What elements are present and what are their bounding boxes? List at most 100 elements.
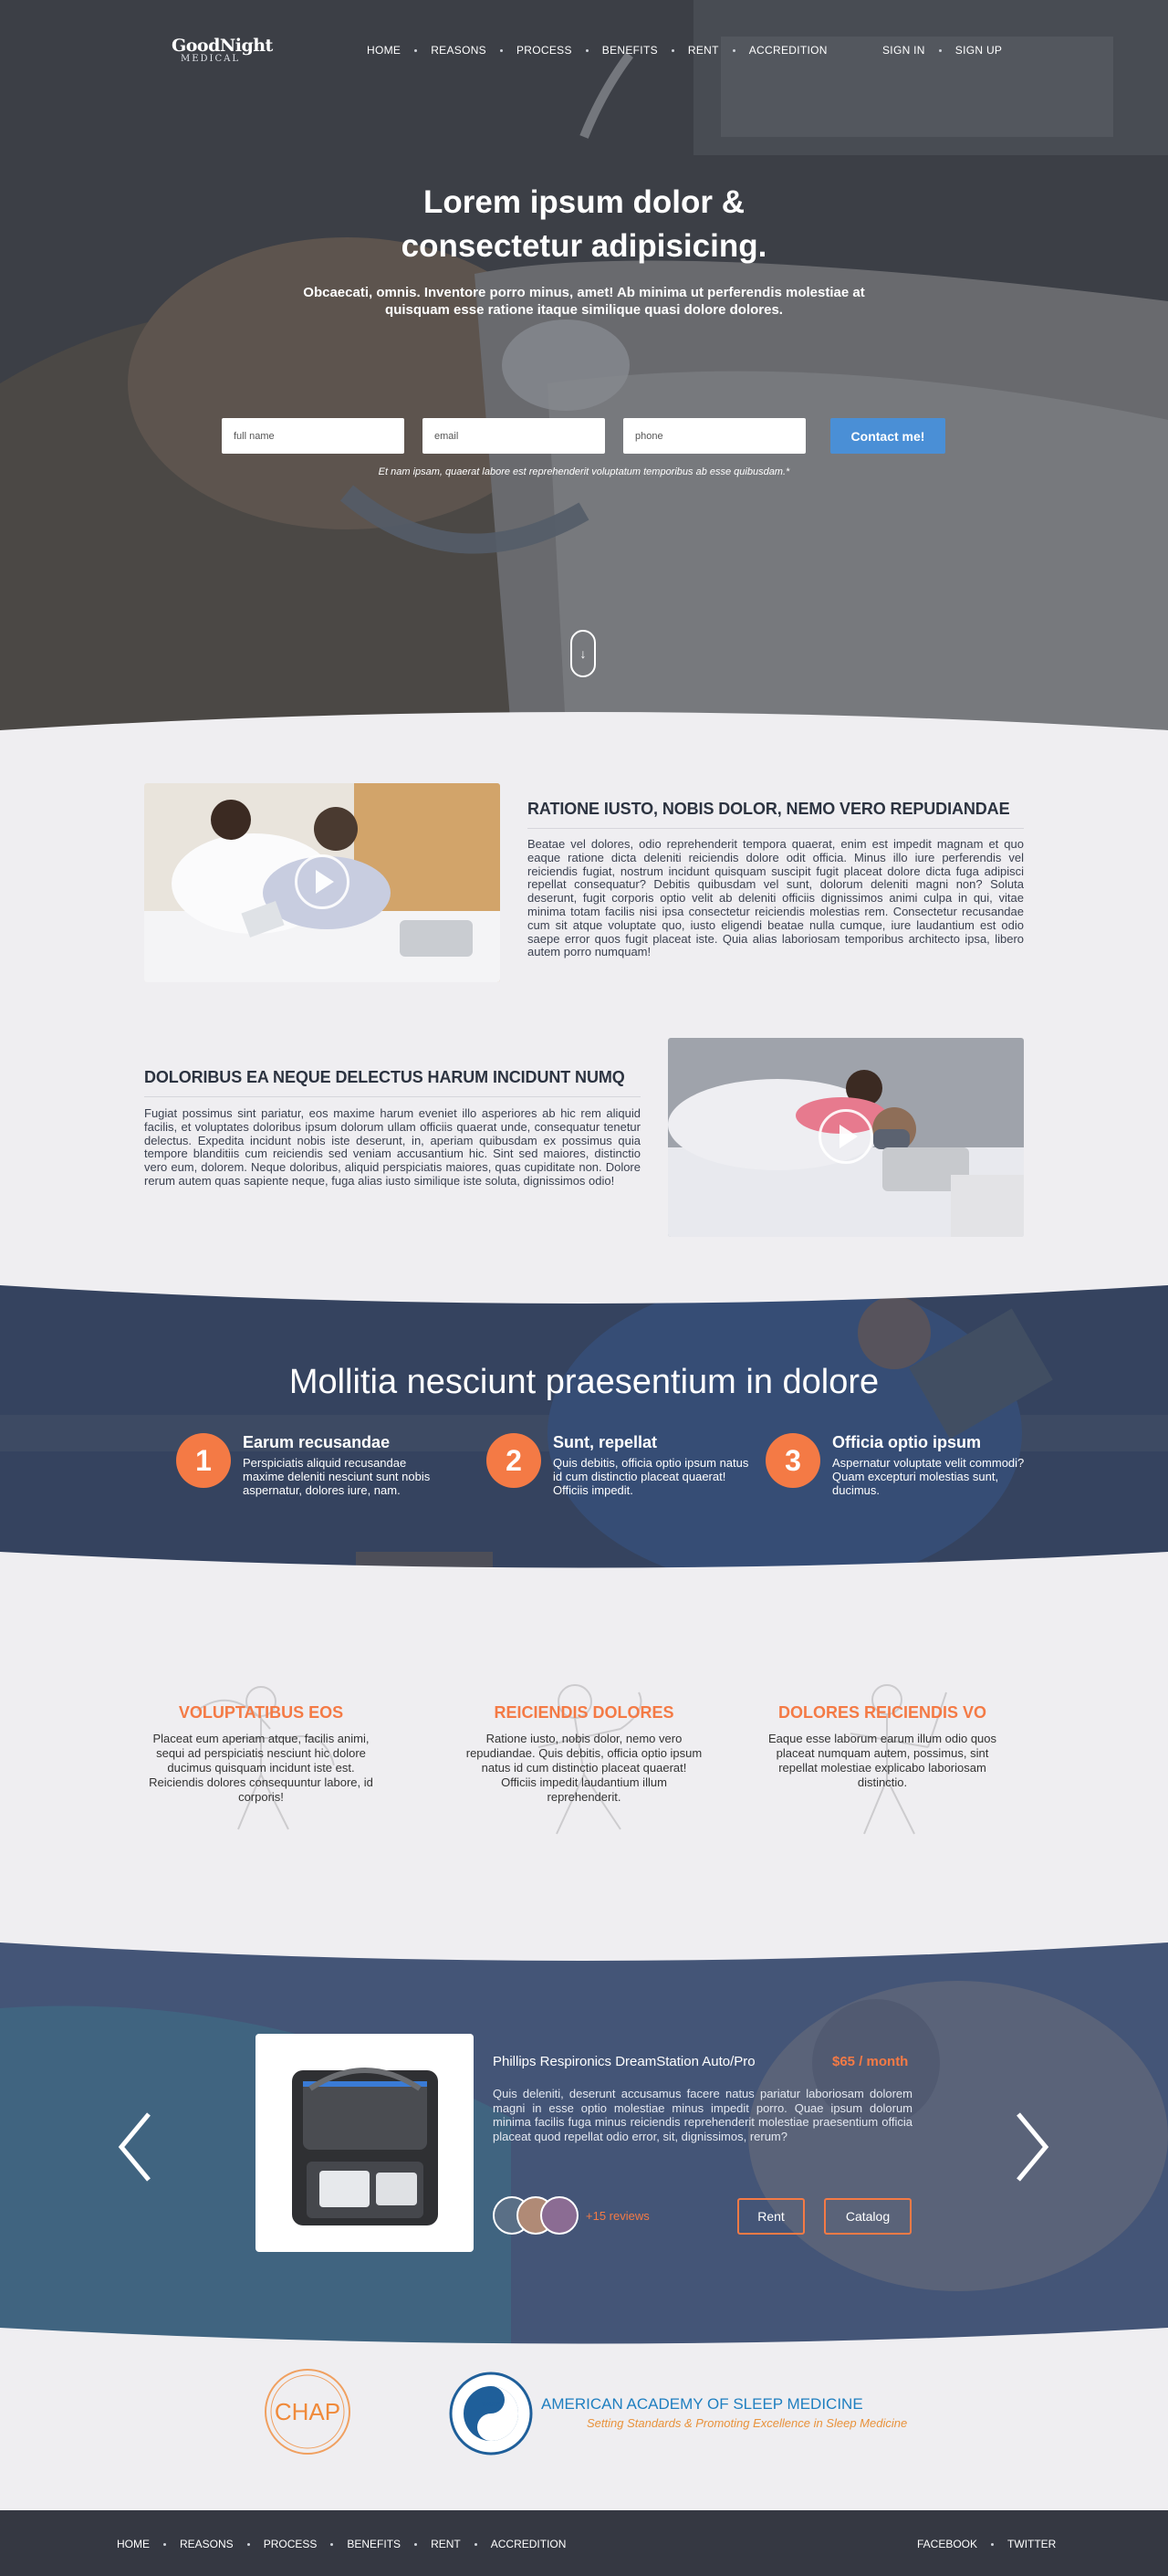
- aasm-sleep-text: SLEEP: [481, 2425, 502, 2432]
- menu-separator: [414, 48, 418, 52]
- aasm-name: AMERICAN ACADEMY OF SLEEP MEDICINE: [541, 2395, 863, 2413]
- full-name-input[interactable]: [222, 418, 404, 454]
- footer-home[interactable]: HOME: [117, 2538, 150, 2550]
- step-title: Officia optio ipsum: [832, 1433, 982, 1451]
- step-text: Aspernatur voluptate velit commodi? Quam…: [832, 1456, 1025, 1497]
- step-title: Sunt, repellat: [553, 1433, 658, 1451]
- benefit-column-3: DOLORES REICIENDIS VO Eaque esse laborum…: [764, 1684, 1001, 1835]
- benefit-text: Ratione iusto, nobis dolor, nemo vero re…: [465, 1732, 703, 1804]
- scroll-down-button[interactable]: ↓: [570, 630, 596, 677]
- nav-rent[interactable]: RENT: [688, 44, 719, 57]
- play-icon[interactable]: [819, 1109, 873, 1164]
- hero-title: Lorem ipsum dolor & consectetur adipisic…: [0, 181, 1168, 268]
- menu-separator: [991, 2542, 995, 2546]
- nav-accredition[interactable]: ACCREDITION: [749, 44, 828, 57]
- feature-2-text: Fugiat possimus sint pariatur, eos maxim…: [144, 1106, 641, 1188]
- hero-section: GoodNight MEDICAL HOME REASONS PROCESS B…: [0, 0, 1168, 730]
- rent-button[interactable]: Rent: [737, 2198, 805, 2235]
- feature-2-title: DOLORIBUS EA NEQUE DELECTUS HARUM INCIDU…: [144, 1068, 641, 1097]
- benefit-text: Placeat eum aperiam atque, facilis animi…: [149, 1732, 373, 1804]
- feature-1-text: Beatae vel dolores, odio reprehenderit t…: [527, 837, 1024, 959]
- menu-separator: [732, 48, 735, 52]
- video-thumbnail-couple[interactable]: [144, 783, 500, 982]
- product-name: Phillips Respironics DreamStation Auto/P…: [493, 2054, 756, 2069]
- nav-benefits[interactable]: BENEFITS: [602, 44, 658, 57]
- menu-separator: [938, 48, 942, 52]
- menu-separator: [163, 2542, 166, 2546]
- benefit-column-2: REICIENDIS DOLORES Ratione iusto, nobis …: [465, 1684, 703, 1835]
- chap-logo-text: CHAP: [275, 2398, 340, 2425]
- steps-bottom-curve: [0, 1552, 1168, 1579]
- steps-title: Mollitia nesciunt praesentium in dolore: [288, 1363, 880, 1401]
- chevron-right-icon[interactable]: [1015, 2110, 1051, 2183]
- menu-separator: [330, 2542, 334, 2546]
- footer-reasons[interactable]: REASONS: [180, 2538, 234, 2550]
- benefit-title: DOLORES REICIENDIS VO: [777, 1703, 987, 1722]
- steps-top-curve: [0, 1278, 1168, 1304]
- brand-name: GoodNight: [172, 36, 273, 56]
- page: GoodNight MEDICAL HOME REASONS PROCESS B…: [0, 0, 1168, 2576]
- reviews-link[interactable]: +15 reviews: [586, 2209, 650, 2223]
- hero-title-line1: Lorem ipsum dolor &: [423, 184, 745, 220]
- brand-logo[interactable]: GoodNight MEDICAL: [172, 37, 273, 64]
- sign-up-link[interactable]: SIGN UP: [955, 44, 1002, 57]
- steps-section: Mollitia nesciunt praesentium in dolore …: [0, 1278, 1168, 1579]
- product-top-curve: [0, 1935, 1168, 1961]
- aasm-wake-text: WAKE: [482, 2402, 501, 2408]
- menu-separator: [414, 2542, 418, 2546]
- footer-process[interactable]: PROCESS: [264, 2538, 318, 2550]
- sign-in-link[interactable]: SIGN IN: [882, 44, 925, 57]
- phone-input[interactable]: [623, 418, 806, 454]
- feature-1-title: RATIONE IUSTO, NOBIS DOLOR, NEMO VERO RE…: [527, 800, 1024, 829]
- step-text: Quis debitis, officia optio ipsum natus …: [553, 1456, 749, 1497]
- menu-separator: [474, 2542, 477, 2546]
- product-bottom-curve: [0, 2328, 1168, 2355]
- cpap-case-photo: [292, 2068, 438, 2225]
- menu-separator: [246, 2542, 250, 2546]
- hero-curve-divider: [0, 712, 1168, 738]
- video-thumbnail-cpap[interactable]: [668, 1038, 1024, 1237]
- nav-reasons[interactable]: REASONS: [431, 44, 486, 57]
- form-disclaimer: Et nam ipsam, quaerat labore est reprehe…: [378, 466, 790, 477]
- footer-menu: HOME REASONS PROCESS BENEFITS RENT ACCRE…: [117, 2538, 566, 2550]
- email-input[interactable]: [422, 418, 605, 454]
- main-menu: HOME REASONS PROCESS BENEFITS RENT ACCRE…: [367, 44, 828, 57]
- catalog-button[interactable]: Catalog: [824, 2198, 912, 2235]
- step-number-badge: 1: [176, 1433, 231, 1488]
- facebook-link[interactable]: FACEBOOK: [917, 2538, 977, 2550]
- steps-background-photo: [0, 1278, 1168, 1579]
- footer-benefits[interactable]: BENEFITS: [347, 2538, 401, 2550]
- avatar: [540, 2196, 579, 2235]
- benefit-title: VOLUPTATIBUS EOS: [178, 1703, 344, 1722]
- product-price: $65 / month: [832, 2054, 909, 2069]
- step-number-badge: 2: [486, 1433, 541, 1488]
- hero-title-line2: consectetur adipisicing.: [401, 228, 767, 264]
- hero-overlay: [0, 0, 1168, 730]
- menu-separator: [671, 48, 674, 52]
- reviewer-avatars[interactable]: [493, 2196, 579, 2236]
- footer-rent[interactable]: RENT: [431, 2538, 461, 2550]
- product-slider-section: Phillips Respironics DreamStation Auto/P…: [0, 1935, 1168, 2355]
- benefit-title: REICIENDIS DOLORES: [494, 1703, 674, 1722]
- chevron-left-icon[interactable]: [116, 2110, 152, 2183]
- chap-logo[interactable]: CHAP: [262, 2366, 353, 2457]
- product-image[interactable]: [256, 2034, 474, 2252]
- nav-process[interactable]: PROCESS: [516, 44, 572, 57]
- arrow-down-icon: ↓: [579, 646, 587, 661]
- brand-sub: MEDICAL: [181, 54, 241, 64]
- product-description: Quis deleniti, deserunt accusamus facere…: [493, 2087, 912, 2143]
- step-text: Perspiciatis aliquid recusandae maxime d…: [243, 1456, 431, 1497]
- contact-me-button[interactable]: Contact me!: [830, 418, 945, 454]
- footer-accredition[interactable]: ACCREDITION: [491, 2538, 567, 2550]
- menu-separator: [585, 48, 589, 52]
- play-icon[interactable]: [295, 854, 349, 909]
- footer-social: FACEBOOK TWITTER: [917, 2538, 1056, 2550]
- nav-home[interactable]: HOME: [367, 44, 401, 57]
- hero-subtitle: Obcaecati, omnis. Inventore porro minus,…: [303, 285, 865, 318]
- benefit-text: Eaque esse laborum earum illum odio quos…: [767, 1732, 997, 1789]
- twitter-link[interactable]: TWITTER: [1007, 2538, 1056, 2550]
- aasm-tagline: Setting Standards & Promoting Excellence…: [587, 2416, 908, 2430]
- step-number-badge: 3: [766, 1433, 820, 1488]
- aasm-seal-logo[interactable]: WAKE SLEEP: [447, 2370, 535, 2457]
- product-background-photo: [0, 1935, 1168, 2355]
